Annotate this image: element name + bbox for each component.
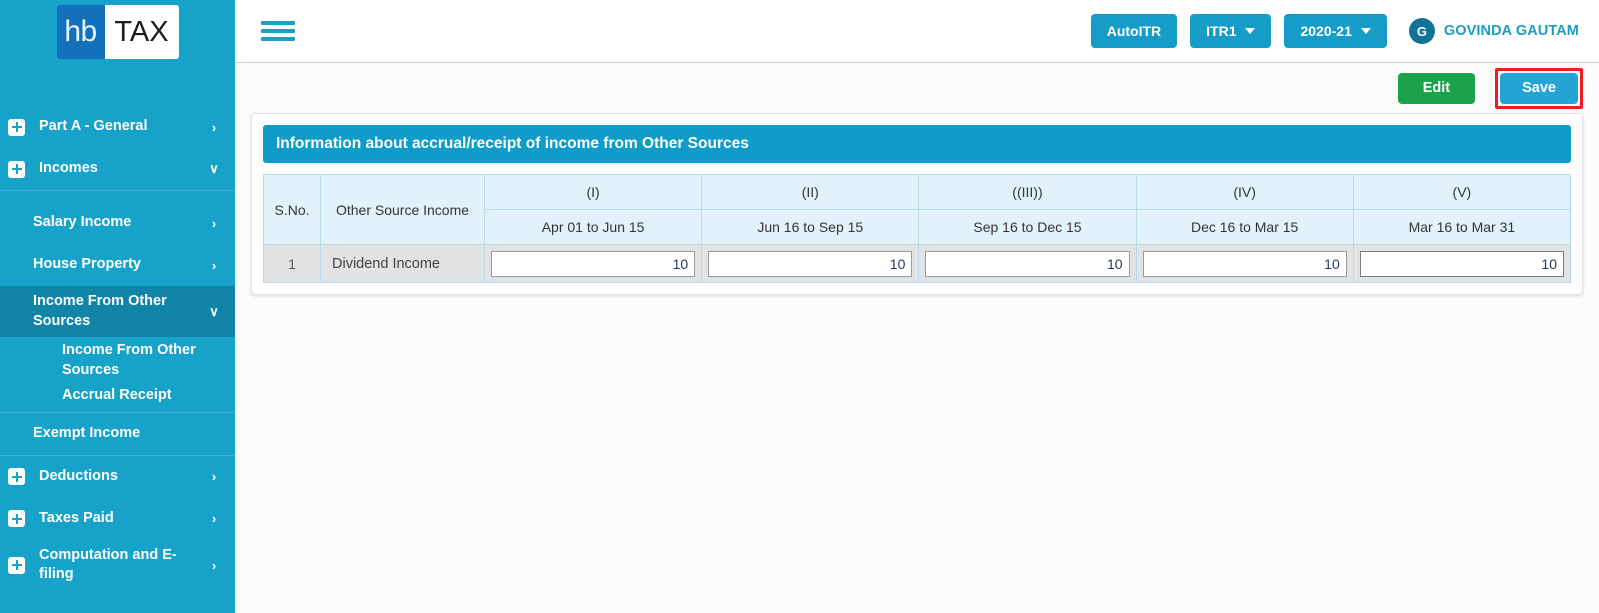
cell-source-name: Dividend Income bbox=[320, 244, 485, 283]
main-area: AutoITR ITR1 2020-21 G GOVINDA GAUTAM Ed… bbox=[235, 0, 1599, 613]
sidebar-item-label: Income From Other Sources bbox=[33, 293, 167, 329]
sidebar-nav: Part A - General › Incomes ∨ Salary Inco… bbox=[0, 106, 235, 591]
sidebar-subitem-accrual-receipt[interactable]: Accrual Receipt bbox=[0, 380, 235, 412]
sidebar: hb TAX Part A - General › Incomes ∨ Sala… bbox=[0, 0, 235, 613]
chevron-right-icon: › bbox=[211, 215, 217, 231]
chevron-down-icon: ∨ bbox=[209, 161, 219, 176]
cell-period-4 bbox=[1135, 244, 1354, 283]
app-logo[interactable]: hb TAX bbox=[0, 0, 235, 64]
chevron-right-icon: › bbox=[211, 511, 217, 527]
sidebar-item-label: Computation and E-filing bbox=[39, 546, 177, 583]
sidebar-item-label: Deductions bbox=[39, 468, 118, 485]
user-name-label: GOVINDA GAUTAM bbox=[1443, 23, 1579, 39]
chevron-down-icon bbox=[1245, 28, 1256, 34]
plus-box-icon bbox=[8, 556, 25, 574]
cell-period-1 bbox=[483, 244, 703, 283]
period-2-input[interactable] bbox=[708, 250, 913, 277]
assessment-year-label: 2020-21 bbox=[1300, 23, 1352, 39]
action-bar: Edit Save bbox=[235, 63, 1599, 113]
sidebar-item-label: Exempt Income bbox=[33, 425, 141, 442]
user-menu[interactable]: G GOVINDA GAUTAM bbox=[1408, 18, 1579, 44]
top-bar: AutoITR ITR1 2020-21 G GOVINDA GAUTAM bbox=[235, 0, 1599, 63]
sidebar-item-house-property[interactable]: House Property › bbox=[0, 244, 235, 286]
col-header-roman-3: ((III)) bbox=[918, 174, 1137, 210]
content-area: Information about accrual/receipt of inc… bbox=[235, 113, 1599, 613]
chevron-right-icon: › bbox=[211, 119, 217, 135]
sidebar-item-label: House Property bbox=[33, 256, 141, 273]
avatar: G bbox=[1408, 18, 1435, 44]
cell-period-5 bbox=[1352, 244, 1572, 283]
col-header-other-source-income: Other Source Income bbox=[320, 174, 485, 245]
sidebar-item-label: Salary Income bbox=[33, 214, 132, 231]
card-title: Information about accrual/receipt of inc… bbox=[263, 125, 1571, 163]
app-root: hb TAX Part A - General › Incomes ∨ Sala… bbox=[0, 0, 1599, 613]
auto-itr-button[interactable]: AutoITR bbox=[1090, 14, 1178, 48]
period-3-input[interactable] bbox=[925, 250, 1130, 277]
period-5-input[interactable] bbox=[1359, 250, 1564, 277]
sidebar-item-label: Part A - General bbox=[39, 118, 148, 135]
chevron-right-icon: › bbox=[211, 257, 217, 273]
period-4-input[interactable] bbox=[1142, 250, 1347, 277]
sidebar-item-label: Accrual Receipt bbox=[62, 387, 172, 404]
cell-period-3 bbox=[918, 244, 1137, 283]
plus-box-icon bbox=[8, 118, 25, 136]
plus-box-icon bbox=[8, 510, 25, 528]
sidebar-subitem-income-from-other-sources[interactable]: Income From Other Sources bbox=[0, 337, 235, 380]
sidebar-item-salary-income[interactable]: Salary Income › bbox=[0, 202, 235, 244]
sidebar-item-part-a-general[interactable]: Part A - General › bbox=[0, 106, 235, 148]
chevron-right-icon: › bbox=[211, 469, 217, 485]
accrual-receipt-table: S.No. Other Source Income (I) (II) ((III… bbox=[263, 174, 1572, 283]
sidebar-item-label: Incomes bbox=[39, 160, 98, 177]
auto-itr-label: AutoITR bbox=[1106, 23, 1162, 39]
logo-tax-text: TAX bbox=[104, 5, 179, 59]
sidebar-item-label: Taxes Paid bbox=[39, 510, 114, 527]
table-header-row-roman: S.No. Other Source Income (I) (II) ((III… bbox=[263, 174, 1572, 245]
col-header-roman-5: (V) bbox=[1352, 174, 1572, 210]
col-header-roman-4: (IV) bbox=[1135, 174, 1354, 210]
hamburger-icon[interactable] bbox=[261, 17, 295, 45]
chevron-down-icon bbox=[1360, 28, 1371, 34]
assessment-year-select[interactable]: 2020-21 bbox=[1284, 14, 1387, 48]
sidebar-item-deductions[interactable]: Deductions › bbox=[0, 456, 235, 498]
edit-button[interactable]: Edit bbox=[1397, 72, 1476, 104]
sidebar-item-exempt-income[interactable]: Exempt Income bbox=[0, 413, 235, 455]
table-body: 1 Dividend Income bbox=[263, 244, 1572, 283]
logo-hb-text: hb bbox=[56, 5, 105, 59]
itr-type-label: ITR1 bbox=[1206, 23, 1237, 39]
sidebar-item-label: Income From Other Sources bbox=[62, 342, 196, 378]
col-header-roman-1: (I) bbox=[483, 174, 703, 210]
save-button-highlight: Save bbox=[1495, 67, 1583, 109]
plus-box-icon bbox=[8, 468, 25, 486]
accrual-receipt-card: Information about accrual/receipt of inc… bbox=[251, 113, 1583, 295]
table-row: 1 Dividend Income bbox=[263, 244, 1572, 283]
sidebar-item-incomes[interactable]: Incomes ∨ bbox=[0, 148, 235, 190]
col-header-range-1: Apr 01 to Jun 15 bbox=[483, 209, 703, 245]
cell-sno: 1 bbox=[263, 244, 321, 283]
plus-box-icon bbox=[8, 160, 25, 178]
sidebar-item-income-from-other-sources[interactable]: Income From Other Sources ∨ bbox=[0, 286, 235, 338]
chevron-down-icon: ∨ bbox=[209, 303, 219, 319]
col-header-range-5: Mar 16 to Mar 31 bbox=[1352, 209, 1572, 245]
table-head: S.No. Other Source Income (I) (II) ((III… bbox=[263, 174, 1572, 245]
sidebar-item-computation-and-e-filing[interactable]: Computation and E-filing › bbox=[0, 540, 235, 591]
chevron-right-icon: › bbox=[211, 557, 217, 573]
col-header-sno: S.No. bbox=[263, 174, 321, 245]
period-1-input[interactable] bbox=[491, 250, 696, 277]
col-header-range-4: Dec 16 to Mar 15 bbox=[1135, 209, 1354, 245]
cell-period-2 bbox=[701, 244, 920, 283]
col-header-roman-2: (II) bbox=[701, 174, 920, 210]
itr-type-select[interactable]: ITR1 bbox=[1190, 14, 1272, 48]
sidebar-item-taxes-paid[interactable]: Taxes Paid › bbox=[0, 498, 235, 540]
col-header-range-3: Sep 16 to Dec 15 bbox=[918, 209, 1137, 245]
col-header-range-2: Jun 16 to Sep 15 bbox=[701, 209, 920, 245]
save-button[interactable]: Save bbox=[1500, 72, 1578, 104]
